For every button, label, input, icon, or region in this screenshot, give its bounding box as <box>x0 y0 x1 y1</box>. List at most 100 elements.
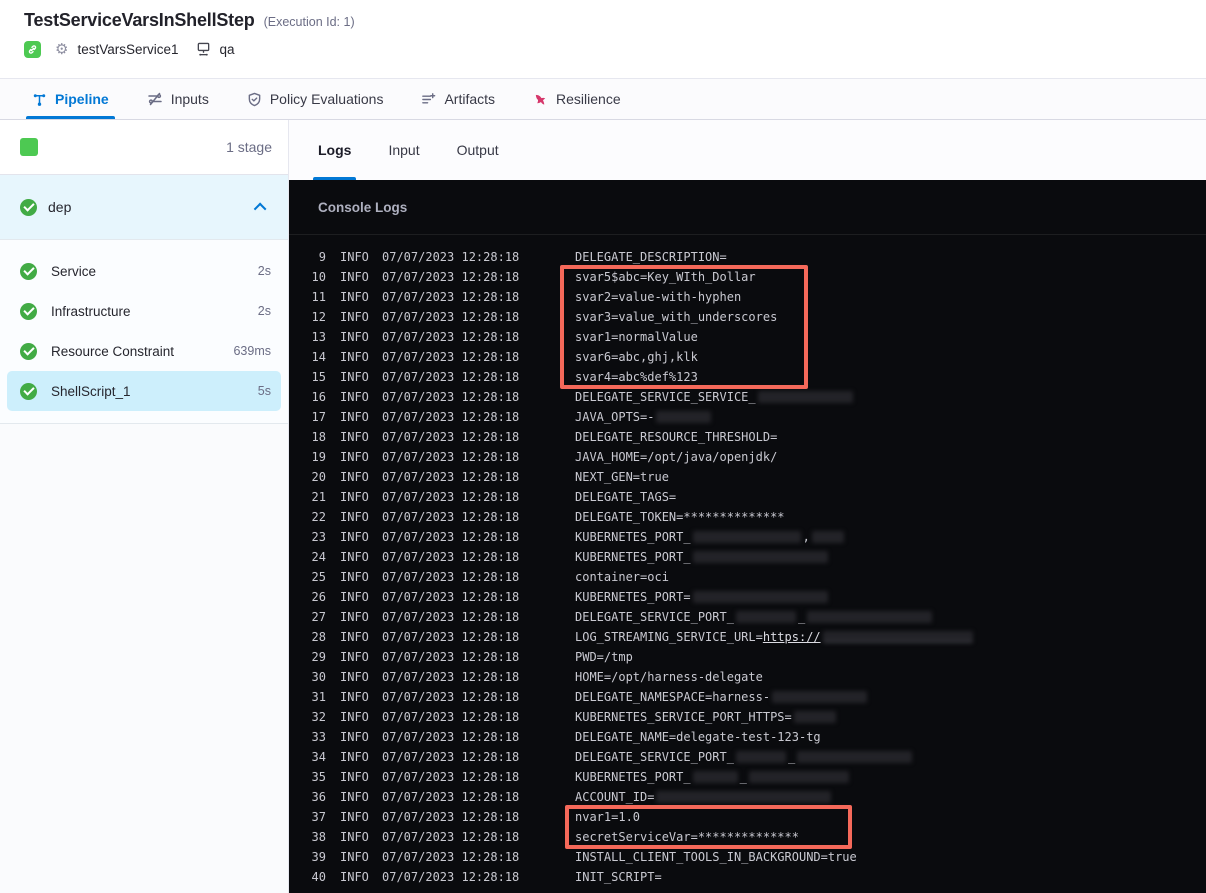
log-line: 10 INFO 07/07/2023 12:28:18 svar5$abc=Key_W… <box>289 267 1206 287</box>
log-text: ACCOUNT_ID= <box>575 790 655 804</box>
log-line: 31 INFO 07/07/2023 12:28:18 DELEGATE_NAMESP… <box>289 687 1206 707</box>
log-text: _ <box>739 770 747 784</box>
log-level: INFO <box>340 610 369 624</box>
log-line: 38 INFO 07/07/2023 12:28:18 secretServiceVa… <box>289 827 1206 847</box>
line-number: 21 <box>311 490 326 504</box>
log-message: svar1=normalValue <box>575 327 698 347</box>
log-text: DELEGATE_SERVICE_SERVICE_ <box>575 390 756 404</box>
line-number: 11 <box>311 290 326 304</box>
step-row-infrastructure[interactable]: Infrastructure 2s <box>7 291 281 331</box>
log-timestamp: 07/07/2023 12:28:18 <box>382 830 520 844</box>
log-text: svar4=abc%def%123 <box>575 370 698 384</box>
inputs-icon <box>147 91 163 107</box>
tab-label: Resilience <box>556 91 621 107</box>
log-text: NEXT_GEN=true <box>575 470 669 484</box>
tab-label: Logs <box>318 142 352 158</box>
log-text: _ <box>787 750 796 764</box>
environment-label[interactable]: qa <box>220 42 235 57</box>
step-detail-panel: Logs Input Output Console Logs 9 INFO 07/0… <box>289 120 1206 893</box>
log-message: JAVA_OPTS=- <box>575 407 713 427</box>
line-number: 14 <box>311 350 326 364</box>
page: TestServiceVarsInShellStep (Execution Id… <box>0 0 1206 893</box>
stage-row-dep[interactable]: dep <box>0 175 288 239</box>
log-text: DELEGATE_NAME=delegate-test-123-tg <box>575 730 821 744</box>
tab-resilience[interactable]: Resilience <box>531 79 623 119</box>
log-text: DELEGATE_RESOURCE_THRESHOLD= <box>575 430 778 444</box>
log-line: 32 INFO 07/07/2023 12:28:18 KUBERNETES_SERV… <box>289 707 1206 727</box>
log-line: 16 INFO 07/07/2023 12:28:18 DELEGATE_SERVIC… <box>289 387 1206 407</box>
log-text: svar6=abc,ghj,klk <box>575 350 698 364</box>
log-level: INFO <box>340 530 369 544</box>
log-text: JAVA_OPTS=- <box>575 410 655 424</box>
log-message: svar2=value-with-hyphen <box>575 287 741 307</box>
log-timestamp: 07/07/2023 12:28:18 <box>382 250 520 264</box>
log-line: 23 INFO 07/07/2023 12:28:18 KUBERNETES_PORT… <box>289 527 1206 547</box>
line-number: 27 <box>311 610 326 624</box>
log-message: DELEGATE_NAMESPACE=harness- <box>575 687 869 707</box>
log-message: DELEGATE_RESOURCE_THRESHOLD= <box>575 427 777 447</box>
line-number: 37 <box>311 810 326 824</box>
log-line: 21 INFO 07/07/2023 12:28:18 DELEGATE_TAGS= <box>289 487 1206 507</box>
redacted-text <box>797 750 913 763</box>
line-number: 39 <box>311 850 326 864</box>
log-text: DELEGATE_NAMESPACE=harness- <box>575 690 771 704</box>
tab-input[interactable]: Input <box>388 120 419 180</box>
log-message: HOME=/opt/harness-delegate <box>575 667 763 687</box>
log-text: JAVA_HOME=/opt/java/openjdk/ <box>575 450 778 464</box>
shield-check-icon <box>247 92 262 107</box>
log-line: 17 INFO 07/07/2023 12:28:18 JAVA_OPTS=- <box>289 407 1206 427</box>
service-label[interactable]: testVarsService1 <box>77 42 178 57</box>
step-row-resource-constraint[interactable]: Resource Constraint 639ms <box>7 331 281 371</box>
redacted-text <box>748 770 849 783</box>
tab-artifacts[interactable]: Artifacts <box>419 79 497 119</box>
log-message: KUBERNETES_PORT_, <box>575 527 846 547</box>
check-circle-icon <box>20 198 37 216</box>
console: Console Logs 9 INFO 07/07/2023 12:28:18 DEL… <box>289 180 1206 893</box>
log-line: 35 INFO 07/07/2023 12:28:18 KUBERNETES_PORT… <box>289 767 1206 787</box>
log-timestamp: 07/07/2023 12:28:18 <box>382 630 520 644</box>
log-message: svar3=value_with_underscores <box>575 307 777 327</box>
log-level: INFO <box>340 650 369 664</box>
service-success-icon <box>24 41 41 58</box>
gear-icon: ⚙ <box>55 41 69 58</box>
log-text: DELEGATE_TAGS= <box>575 490 677 504</box>
log-line: 34 INFO 07/07/2023 12:28:18 DELEGATE_SERVIC… <box>289 747 1206 767</box>
log-level: INFO <box>340 490 369 504</box>
tab-inputs[interactable]: Inputs <box>145 79 211 119</box>
tab-logs[interactable]: Logs <box>312 120 357 180</box>
line-number: 16 <box>311 390 326 404</box>
log-level: INFO <box>340 670 369 684</box>
tab-label: Artifacts <box>444 91 496 107</box>
log-level: INFO <box>340 750 369 764</box>
step-row-shellscript-1[interactable]: ShellScript_1 5s <box>7 371 281 411</box>
log-message: LOG_STREAMING_SERVICE_URL=https:// <box>575 627 975 647</box>
log-message: DELEGATE_NAME=delegate-test-123-tg <box>575 727 821 747</box>
tab-policy-evaluations[interactable]: Policy Evaluations <box>245 79 386 119</box>
redacted-text <box>692 550 828 563</box>
log-text: PWD=/tmp <box>575 650 633 664</box>
log-timestamp: 07/07/2023 12:28:18 <box>382 350 520 364</box>
log-timestamp: 07/07/2023 12:28:18 <box>382 270 520 284</box>
log-timestamp: 07/07/2023 12:28:18 <box>382 310 520 324</box>
log-text: DELEGATE_TOKEN=************** <box>575 510 785 524</box>
log-timestamp: 07/07/2023 12:28:18 <box>382 370 520 384</box>
log-line: 37 INFO 07/07/2023 12:28:18 nvar1=1.0 <box>289 807 1206 827</box>
log-link[interactable]: https:// <box>763 630 821 644</box>
log-line: 19 INFO 07/07/2023 12:28:18 JAVA_HOME=/opt/… <box>289 447 1206 467</box>
log-timestamp: 07/07/2023 12:28:18 <box>382 690 520 704</box>
log-level: INFO <box>340 830 369 844</box>
execution-id: (Execution Id: 1) <box>263 15 355 29</box>
step-row-service[interactable]: Service 2s <box>7 251 281 291</box>
redacted-text <box>811 530 844 543</box>
log-line: 13 INFO 07/07/2023 12:28:18 svar1=normalVal… <box>289 327 1206 347</box>
step-list: Service 2s Infrastructure 2s Resource Co… <box>0 239 288 424</box>
log-line: 24 INFO 07/07/2023 12:28:18 KUBERNETES_PORT… <box>289 547 1206 567</box>
redacted-text <box>656 790 832 803</box>
log-text: , <box>802 530 810 544</box>
log-line: 20 INFO 07/07/2023 12:28:18 NEXT_GEN=true <box>289 467 1206 487</box>
artifacts-icon <box>421 92 436 107</box>
log-level: INFO <box>340 370 369 384</box>
tab-pipeline[interactable]: Pipeline <box>26 79 115 119</box>
tab-output[interactable]: Output <box>457 120 499 180</box>
log-message: DELEGATE_SERVICE_PORT_ _ <box>575 607 934 627</box>
